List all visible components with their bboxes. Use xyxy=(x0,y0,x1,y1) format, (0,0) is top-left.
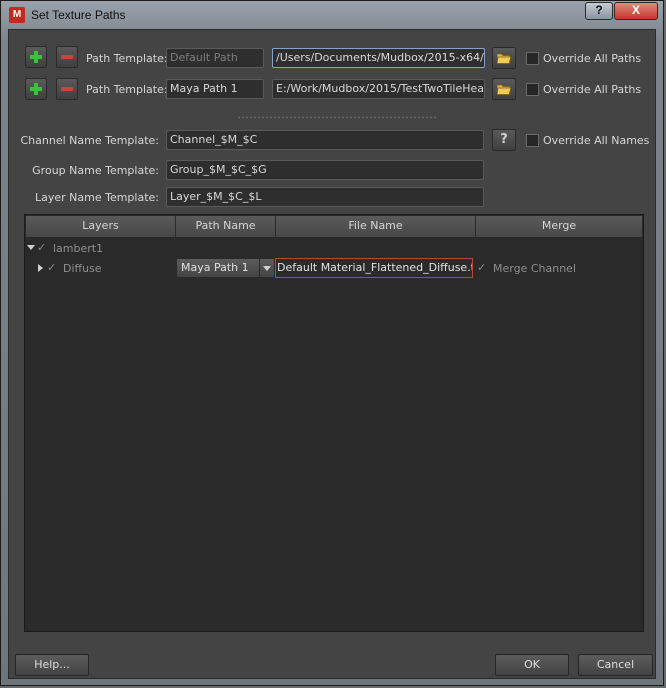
dialog-window: M Set Texture Paths ? X Path Template: D… xyxy=(0,0,664,686)
remove-path-button[interactable] xyxy=(56,46,78,68)
collapse-arrow-icon[interactable] xyxy=(27,245,35,250)
override-all-names-label: Override All Names xyxy=(543,134,650,147)
dialog-client-area: Path Template: Default Path /Users/Docum… xyxy=(8,29,656,679)
path-name-field[interactable]: Maya Path 1 xyxy=(166,79,264,99)
path-name-dropdown[interactable]: Maya Path 1 xyxy=(176,258,275,278)
table-row-channel[interactable]: ✓ Diffuse Maya Path 1 Default Material_F… xyxy=(25,257,643,281)
section-splitter-handle[interactable] xyxy=(237,116,437,119)
material-name: lambert1 xyxy=(53,242,104,255)
texture-layers-table: Layers Path Name File Name Merge ✓ lambe… xyxy=(24,214,644,632)
window-title: Set Texture Paths xyxy=(31,8,126,22)
path-name-dropdown-value: Maya Path 1 xyxy=(181,261,249,274)
mudbox-app-icon: M xyxy=(9,7,25,23)
merge-check-icon[interactable]: ✓ xyxy=(477,261,486,274)
override-all-paths-checkbox[interactable] xyxy=(526,52,539,65)
override-all-paths-label: Override All Paths xyxy=(543,83,642,96)
check-icon: ✓ xyxy=(37,241,47,254)
remove-path-button[interactable] xyxy=(56,78,78,100)
add-path-button[interactable] xyxy=(25,78,47,100)
browse-folder-button[interactable] xyxy=(492,47,516,69)
override-all-paths-label: Override All Paths xyxy=(543,52,642,65)
path-template-label: Path Template: xyxy=(86,52,168,65)
layer-name-template-field[interactable]: Layer_$M_$C_$L xyxy=(166,187,484,207)
channel-name-template-field[interactable]: Channel_$M_$C xyxy=(166,130,484,150)
column-header-layers[interactable]: Layers xyxy=(26,216,176,237)
group-name-template-field[interactable]: Group_$M_$C_$G xyxy=(166,160,484,180)
table-row-material[interactable]: ✓ lambert1 xyxy=(25,239,643,257)
file-name-field[interactable]: Default Material_Flattened_Diffuse.tif xyxy=(275,258,473,278)
chevron-down-icon[interactable] xyxy=(259,259,274,277)
override-all-names-checkbox[interactable] xyxy=(526,134,539,147)
title-help-button[interactable]: ? xyxy=(585,2,613,20)
path-name-field[interactable]: Default Path xyxy=(166,48,264,68)
column-header-path-name[interactable]: Path Name xyxy=(176,216,276,237)
path-location-field[interactable]: E:/Work/Mudbox/2015/TestTwoTileHead xyxy=(272,79,485,99)
add-path-button[interactable] xyxy=(25,46,47,68)
title-close-button[interactable]: X xyxy=(614,2,658,20)
merge-channel-label: Merge Channel xyxy=(493,262,576,275)
layer-name-template-label: Layer Name Template: xyxy=(34,191,159,204)
title-bar[interactable]: M Set Texture Paths ? X xyxy=(1,1,665,29)
channel-name-template-label: Channel Name Template: xyxy=(20,134,159,147)
ok-button[interactable]: OK xyxy=(495,654,569,676)
help-button[interactable]: Help... xyxy=(15,654,89,676)
folder-icon xyxy=(497,53,511,64)
browse-folder-button[interactable] xyxy=(492,78,516,100)
expand-arrow-icon[interactable] xyxy=(38,264,43,272)
template-help-button[interactable]: ? xyxy=(492,129,516,151)
column-header-merge[interactable]: Merge xyxy=(476,216,642,237)
column-header-file-name[interactable]: File Name xyxy=(276,216,476,237)
cancel-button[interactable]: Cancel xyxy=(578,654,653,676)
path-template-label: Path Template: xyxy=(86,83,168,96)
override-all-paths-checkbox[interactable] xyxy=(526,83,539,96)
group-name-template-label: Group Name Template: xyxy=(32,164,159,177)
path-location-field[interactable]: /Users/Documents/Mudbox/2015-x64/data xyxy=(272,48,485,68)
channel-name: Diffuse xyxy=(63,262,102,275)
check-icon: ✓ xyxy=(47,261,57,274)
folder-icon xyxy=(497,84,511,95)
